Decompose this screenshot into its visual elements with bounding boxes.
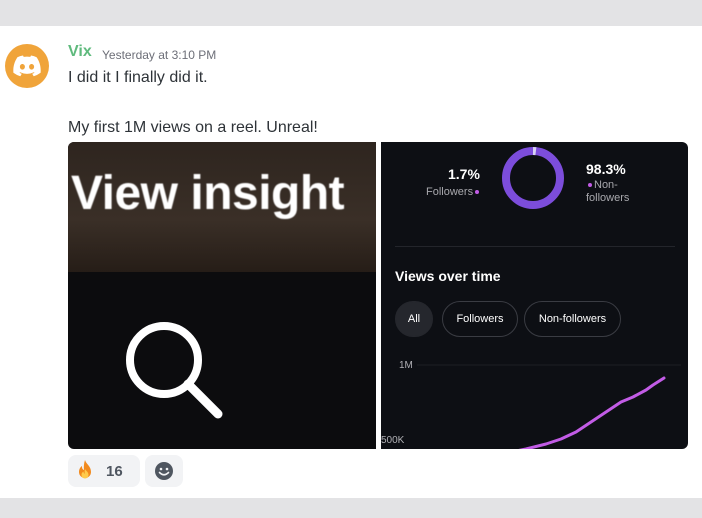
- timestamp: Yesterday at 3:10 PM: [102, 48, 217, 62]
- bottom-strip: [0, 498, 702, 518]
- fire-icon: [79, 460, 91, 479]
- reaction-fire[interactable]: 16: [68, 455, 140, 487]
- views-line-chart: [417, 364, 681, 449]
- discord-logo-icon: [13, 55, 41, 77]
- attachment-image-right[interactable]: 1.7% Followers 98.3% Non-followers Views…: [381, 142, 688, 449]
- author-name[interactable]: Vix: [68, 43, 92, 61]
- image-caption: View insight: [71, 167, 345, 220]
- avatar[interactable]: [5, 44, 49, 88]
- add-reaction-button[interactable]: [145, 455, 183, 487]
- reaction-count: 16: [106, 462, 123, 480]
- attachment-image-left[interactable]: View insight: [68, 142, 376, 449]
- top-strip: [0, 0, 702, 26]
- message-text-line-2: My first 1M views on a reel. Unreal!: [68, 119, 318, 136]
- smiley-icon: [155, 462, 173, 480]
- message-text-line-1: I did it I finally did it.: [68, 69, 208, 86]
- message-area: Vix Yesterday at 3:10 PM I did it I fina…: [0, 26, 702, 498]
- search-icon: [126, 322, 223, 419]
